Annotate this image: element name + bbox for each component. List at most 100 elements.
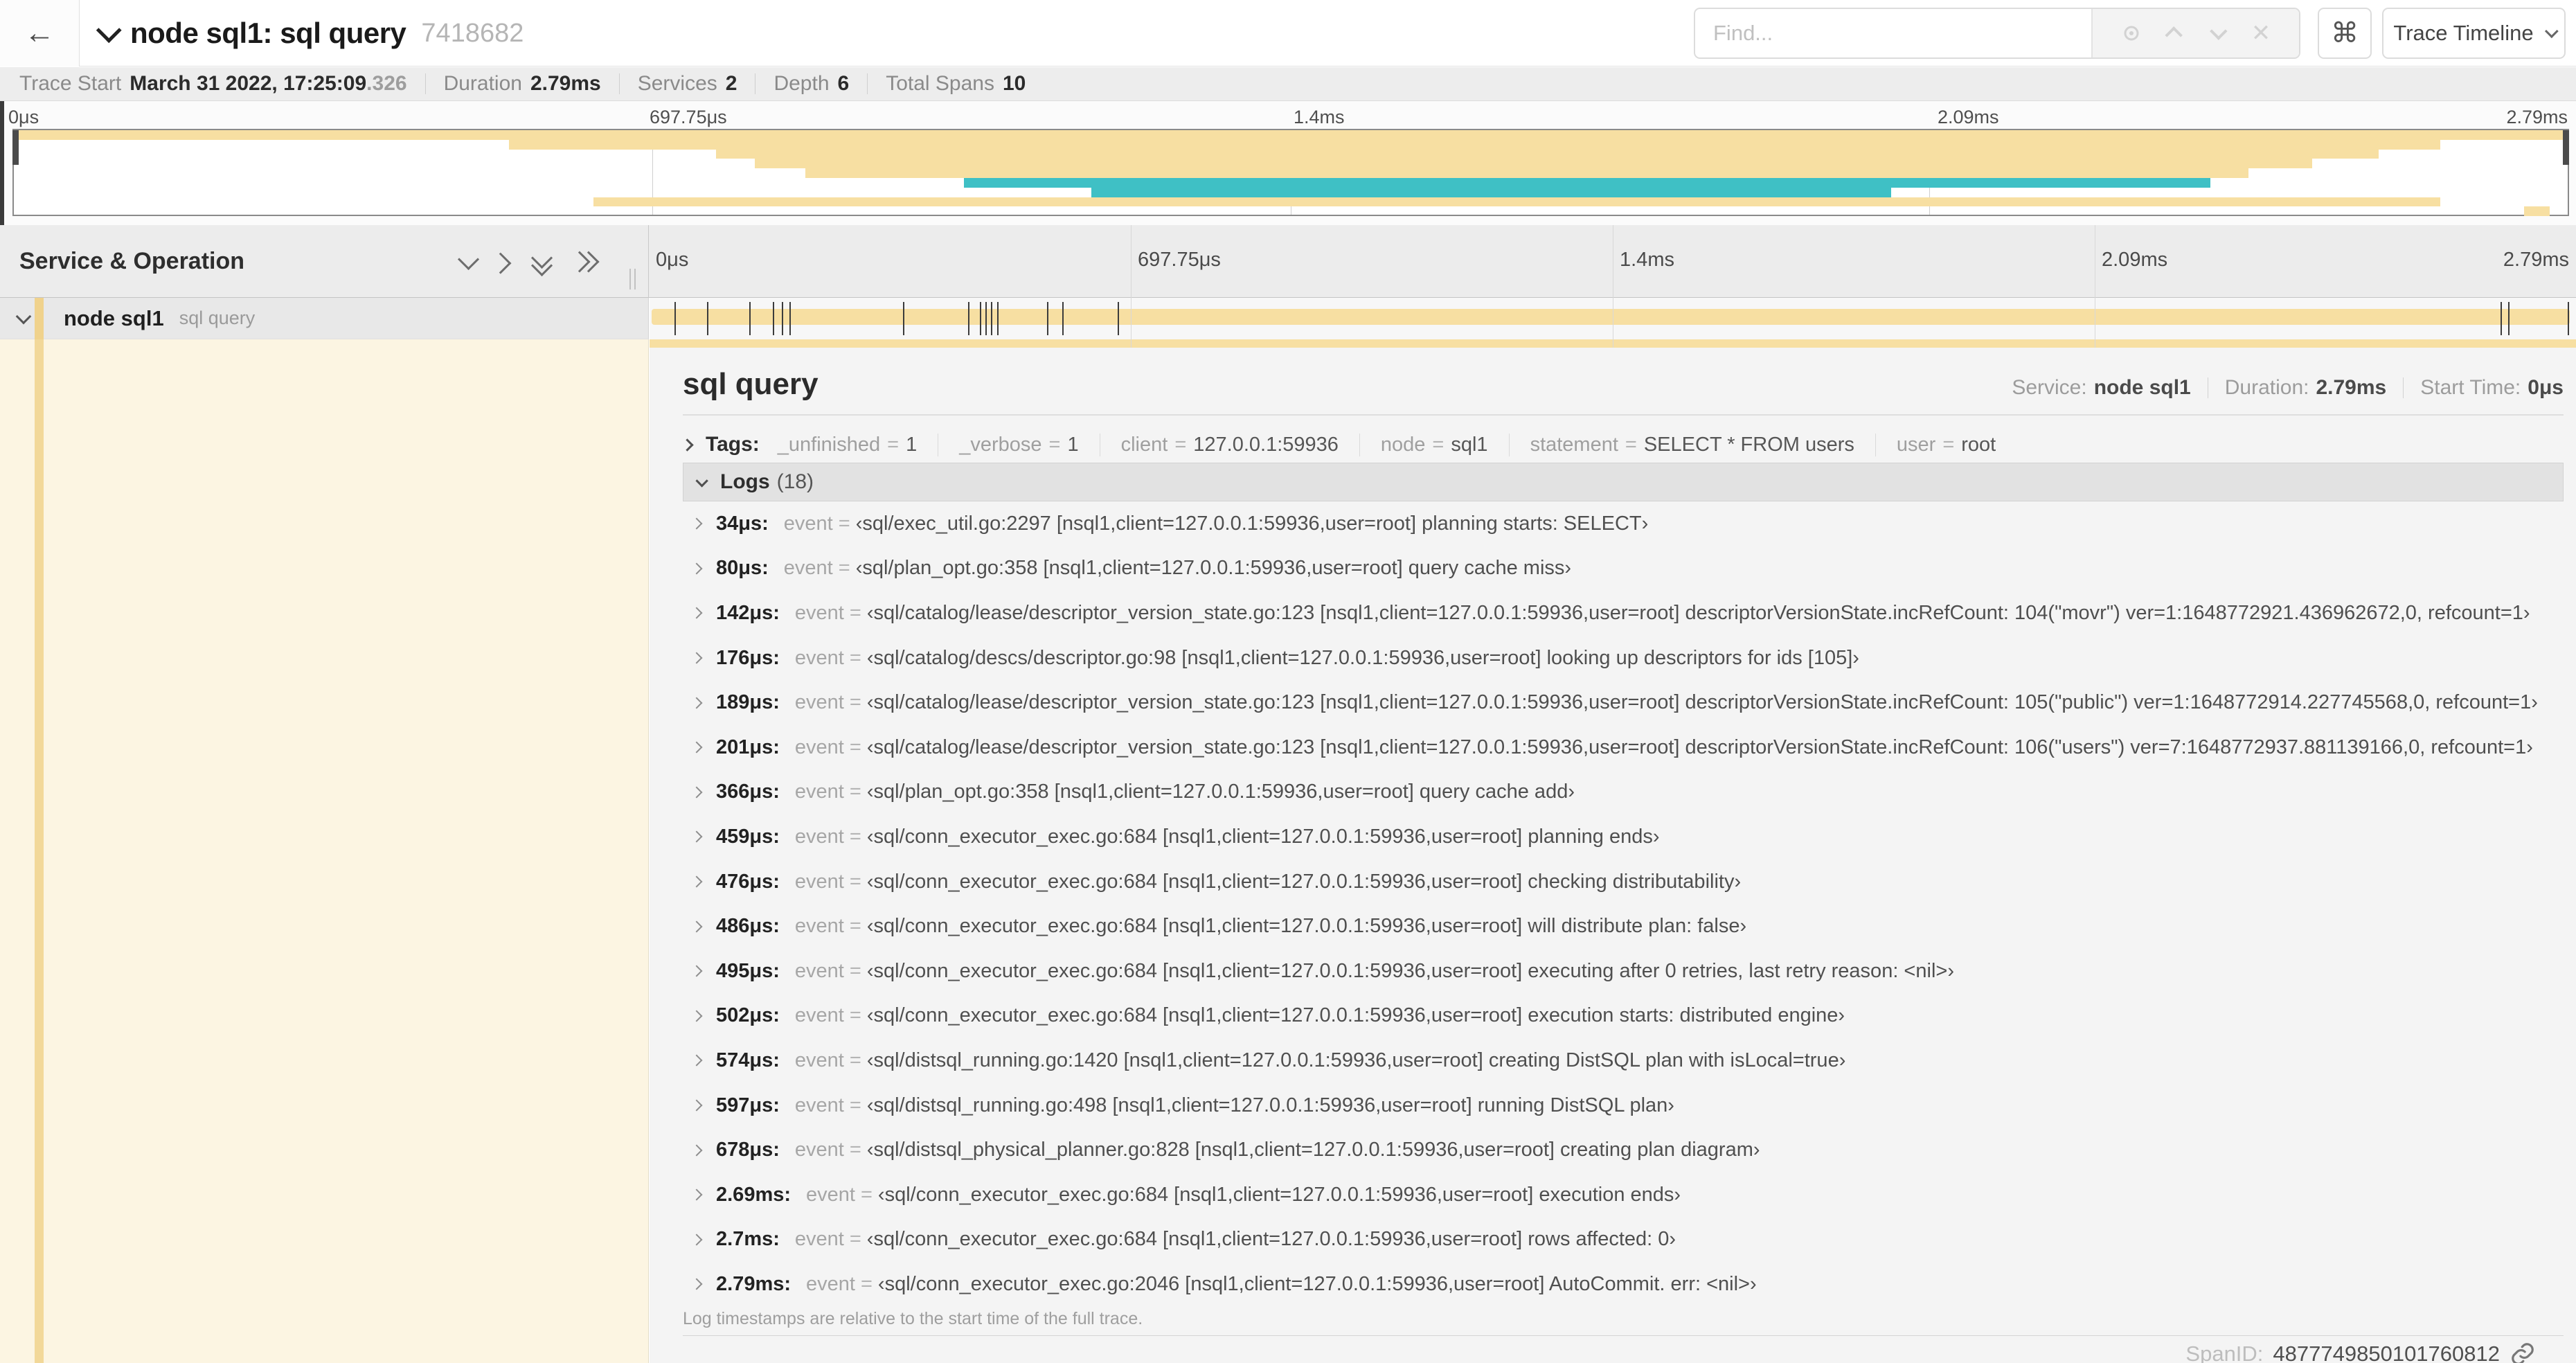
- total-spans-value: 10: [1002, 72, 1026, 95]
- span-row[interactable]: node sql1 sql query: [0, 298, 2576, 339]
- log-row[interactable]: 476μs: event = ‹sql/conn_executor_exec.go:6…: [683, 859, 2564, 905]
- minimap-canvas[interactable]: [12, 129, 2569, 217]
- find-input[interactable]: [1695, 9, 2091, 57]
- minimap-span-bar: [509, 139, 2440, 150]
- logs-label: Logs: [720, 470, 770, 493]
- log-equals: =: [849, 691, 861, 714]
- service-operation-header: Service & Operation: [0, 225, 649, 298]
- chevron-down-icon: [695, 474, 708, 488]
- collapse-all-icon[interactable]: [530, 247, 553, 276]
- tag-pill[interactable]: _verbose = 1: [959, 433, 1100, 456]
- span-name-cell[interactable]: node sql1 sql query: [0, 298, 649, 339]
- log-tick-marker: [1046, 302, 1048, 335]
- tag-pill[interactable]: client = 127.0.0.1:59936: [1121, 433, 1360, 456]
- log-row[interactable]: 176μs: event = ‹sql/catalog/descs/descripto…: [683, 636, 2564, 681]
- minimap-ruler: 0μs 697.75μs 1.4ms 2.09ms 2.79ms: [0, 107, 2576, 129]
- log-row[interactable]: 80μs: event = ‹sql/plan_opt.go:358 [nsql1,c…: [683, 546, 2564, 591]
- keyboard-shortcuts-button[interactable]: ⌘: [2318, 8, 2372, 59]
- log-row[interactable]: 502μs: event = ‹sql/conn_executor_exec.go:6…: [683, 994, 2564, 1039]
- tag-equals: =: [1625, 433, 1637, 456]
- log-tick-marker: [2568, 302, 2570, 335]
- clear-search-icon[interactable]: ✕: [2251, 19, 2271, 47]
- minimap-ruler-tick: 2.09ms: [1938, 107, 1999, 127]
- column-resizer[interactable]: [629, 269, 636, 289]
- log-event-value: ‹sql/conn_executor_exec.go:684 [nsql1,cl…: [877, 1183, 1681, 1206]
- trace-title: node sql1: sql query: [130, 17, 406, 49]
- log-tick-marker: [2501, 302, 2503, 335]
- find-box: ✕: [1694, 8, 2300, 59]
- expand-one-icon[interactable]: [490, 252, 512, 274]
- expand-all-icon[interactable]: [569, 250, 600, 273]
- duration-label: Duration:: [2224, 376, 2309, 399]
- log-event-value: ‹sql/plan_opt.go:358 [nsql1,client=127.0…: [866, 781, 1575, 803]
- trace-view-selector[interactable]: Trace Timeline: [2382, 8, 2566, 59]
- timeline-ruler-tick: 697.75μs: [1138, 249, 1221, 271]
- log-row[interactable]: 201μs: event = ‹sql/catalog/lease/descripto…: [683, 725, 2564, 770]
- minimap-left-scrubber[interactable]: [12, 130, 19, 165]
- collapse-children-icon[interactable]: [15, 308, 32, 324]
- tag-value: SELECT * FROM users: [1643, 433, 1854, 456]
- chevron-right-icon: [690, 1233, 703, 1246]
- log-timestamp: 678μs:: [716, 1139, 780, 1161]
- log-event-value: ‹sql/catalog/lease/descriptor_version_st…: [866, 601, 2530, 624]
- log-equals: =: [849, 736, 861, 758]
- log-equals: =: [849, 959, 861, 982]
- depth-label: Depth: [773, 72, 830, 95]
- collapse-one-icon[interactable]: [457, 248, 480, 270]
- log-row[interactable]: 2.69ms: event = ‹sql/conn_executor_exec.go:…: [683, 1173, 2564, 1218]
- logs-footer-note: Log timestamps are relative to the start…: [683, 1309, 1143, 1328]
- log-row[interactable]: 2.79ms: event = ‹sql/conn_executor_exec.go:…: [683, 1262, 2564, 1307]
- depth-value: 6: [837, 72, 850, 95]
- log-row[interactable]: 34μs: event = ‹sql/exec_util.go:2297 [nsql1…: [683, 501, 2564, 546]
- log-tick-marker: [772, 302, 774, 335]
- log-row[interactable]: 486μs: event = ‹sql/conn_executor_exec.go:6…: [683, 904, 2564, 949]
- log-row[interactable]: 459μs: event = ‹sql/conn_executor_exec.go:6…: [683, 814, 2564, 859]
- log-row[interactable]: 678μs: event = ‹sql/distsql_physical_planne…: [683, 1128, 2564, 1173]
- trace-timeline-page: ← node sql1: sql query 7418682 ✕: [0, 0, 2576, 1363]
- chevron-down-icon[interactable]: [96, 17, 122, 44]
- tag-value: 1: [906, 433, 918, 456]
- log-tick-marker: [1118, 302, 1120, 335]
- tag-pill[interactable]: _unfinished = 1: [778, 433, 939, 456]
- next-result-icon[interactable]: [2210, 22, 2228, 40]
- tag-equals: =: [887, 433, 900, 456]
- link-icon[interactable]: [2510, 1341, 2536, 1363]
- log-timestamp: 2.7ms:: [716, 1228, 780, 1251]
- span-operation-name: sql query: [179, 308, 256, 328]
- log-equals: =: [860, 1183, 873, 1206]
- divider: [2403, 377, 2404, 398]
- tag-pill[interactable]: user = root: [1897, 434, 2016, 456]
- log-row[interactable]: 574μs: event = ‹sql/distsql_running.go:1420…: [683, 1038, 2564, 1083]
- duration-label: Duration: [443, 72, 522, 95]
- minimap-right-scrubber[interactable]: [2563, 130, 2569, 165]
- log-equals: =: [849, 825, 861, 848]
- chevron-right-icon: [681, 438, 694, 452]
- log-row[interactable]: 189μs: event = ‹sql/catalog/lease/descripto…: [683, 680, 2564, 725]
- start-time-label: Start Time:: [2420, 376, 2521, 399]
- tag-equals: =: [1942, 433, 1955, 456]
- log-timestamp: 459μs:: [716, 825, 780, 848]
- tag-pill[interactable]: node = sql1: [1381, 433, 1510, 456]
- timeline-minimap: 0μs 697.75μs 1.4ms 2.09ms 2.79ms: [0, 101, 2576, 225]
- tags-row[interactable]: Tags: _unfinished = 1 _verbose = 1 client = 127.…: [681, 428, 2564, 461]
- divider: [867, 73, 868, 94]
- trace-start-label: Trace Start: [19, 72, 122, 95]
- chevron-right-icon: [690, 1188, 703, 1201]
- log-row[interactable]: 597μs: event = ‹sql/distsql_running.go:498 …: [683, 1083, 2564, 1128]
- log-tick-marker: [789, 302, 791, 335]
- log-row[interactable]: 366μs: event = ‹sql/plan_opt.go:358 [nsql1,…: [683, 770, 2564, 815]
- tag-pill[interactable]: statement = SELECT * FROM users: [1530, 433, 1876, 456]
- logs-accordion-header[interactable]: Logs (18): [683, 463, 2564, 501]
- tag-value: root: [1961, 433, 1996, 456]
- log-row[interactable]: 495μs: event = ‹sql/conn_executor_exec.go:6…: [683, 949, 2564, 994]
- log-row[interactable]: 142μs: event = ‹sql/catalog/lease/descripto…: [683, 591, 2564, 636]
- locate-icon[interactable]: [2121, 23, 2142, 44]
- back-button[interactable]: ←: [0, 0, 80, 66]
- log-equals: =: [849, 1094, 861, 1116]
- log-event-value: ‹sql/conn_executor_exec.go:2046 [nsql1,c…: [877, 1272, 1757, 1295]
- span-duration-bar[interactable]: [652, 309, 2570, 325]
- log-row[interactable]: 2.7ms: event = ‹sql/conn_executor_exec.go:6…: [683, 1218, 2564, 1263]
- duration-value: 2.79ms: [530, 72, 601, 95]
- prev-result-icon[interactable]: [2165, 26, 2183, 44]
- timeline-ruler-tick: 2.09ms: [2102, 249, 2168, 271]
